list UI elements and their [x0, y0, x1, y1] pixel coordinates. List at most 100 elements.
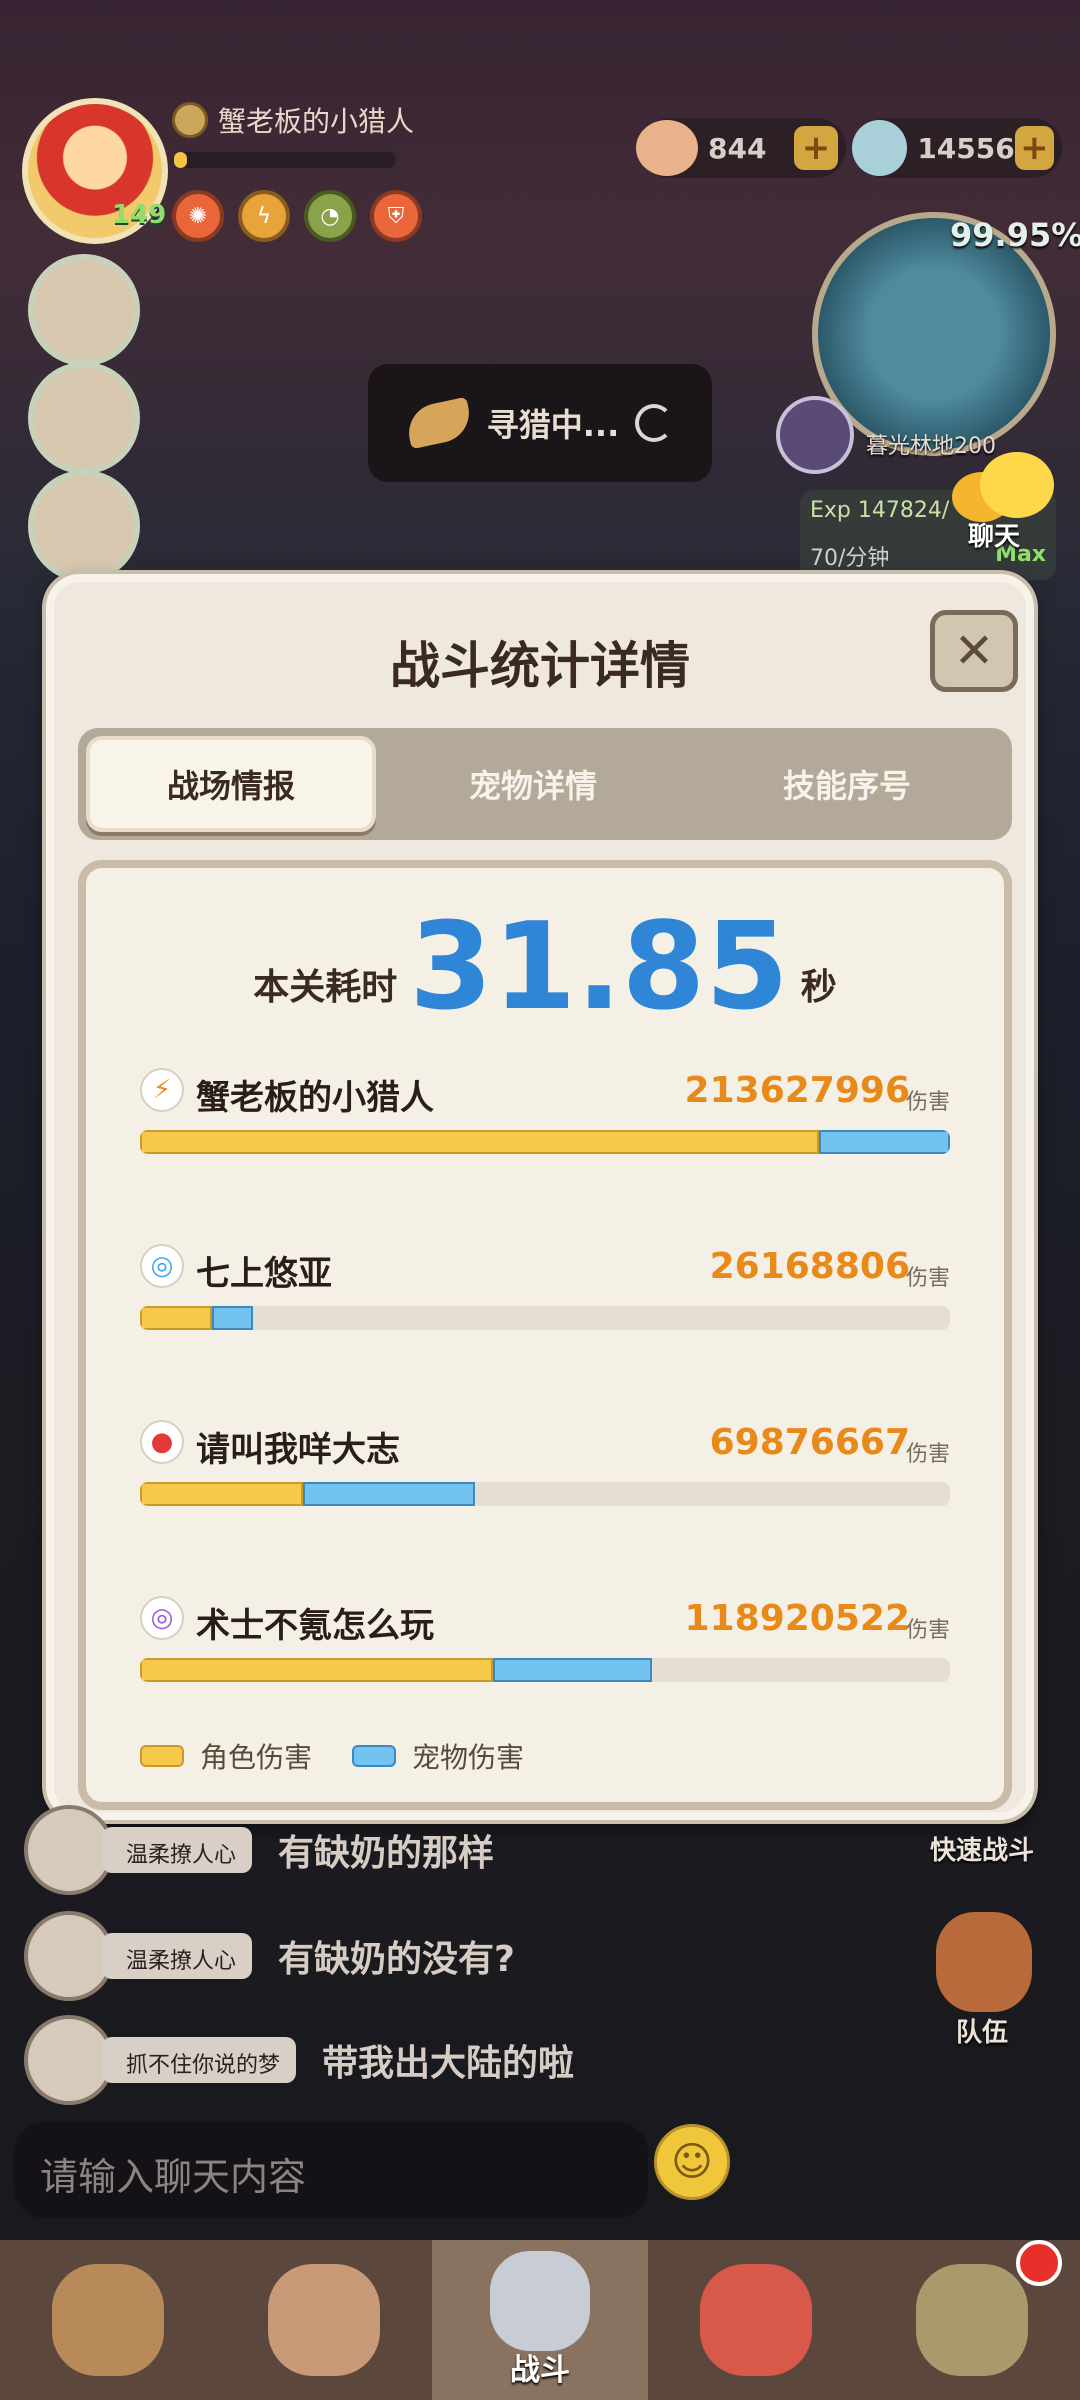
chat-emoji-icon: [980, 452, 1054, 518]
player-damage-row: ⚡ 蟹老板的小猎人 213627996 伤害: [140, 1068, 950, 1178]
stone-currency: 14556 +: [852, 118, 1062, 178]
shield-buff-icon[interactable]: ⛨: [370, 190, 422, 242]
pet-damage-bar-segment: [212, 1306, 254, 1330]
add-shell-button[interactable]: +: [794, 126, 838, 170]
stage-time-unit: 秒: [800, 967, 837, 1008]
map-completion-percent: 99.95%: [950, 216, 1080, 254]
damage-bar: [140, 1130, 950, 1154]
nav-hero[interactable]: [216, 2240, 432, 2400]
chat-message-text: 带我出大陆的啦: [322, 2043, 575, 2084]
chat-message-text: 有缺奶的那样: [278, 1833, 495, 1874]
hunting-status-label: 寻猎中...: [486, 406, 620, 444]
damage-unit-label: 伤害: [905, 1442, 950, 1467]
water-swirl-icon: ◎: [140, 1244, 184, 1288]
chat-sender-name[interactable]: 抓不住你说的梦: [102, 2037, 297, 2083]
yak-character-icon: [52, 2264, 164, 2376]
shell-currency: 844 +: [636, 118, 846, 178]
stage-time-label: 本关耗时: [253, 967, 398, 1008]
exp-value: Exp 147824/: [810, 498, 950, 523]
red-orb-icon: ●: [140, 1420, 184, 1464]
close-button[interactable]: ✕: [930, 610, 1018, 692]
pet-damage-bar-segment: [493, 1658, 652, 1682]
dialog-title: 战斗统计详情: [390, 637, 690, 695]
player-name: 蟹老板的小猎人: [218, 105, 415, 138]
chat-sender-name[interactable]: 温柔撩人心: [102, 1827, 253, 1873]
player-damage-row: ● 请叫我咩大志 69876667 伤害: [140, 1420, 950, 1530]
dialog-tabs: 战场情报 宠物详情 技能序号: [78, 728, 1012, 840]
team-member-avatar-1[interactable]: [28, 254, 140, 366]
hunting-status: 寻猎中...: [368, 364, 712, 482]
stage-time-value: 31.85: [409, 898, 789, 1037]
damage-unit-label: 伤害: [905, 1618, 950, 1643]
damage-bar: [140, 1658, 950, 1682]
crossed-swords-icon: [490, 2251, 590, 2351]
player-damage-value: 213627996: [684, 1070, 910, 1111]
tab-battlefield-intel[interactable]: 战场情报: [86, 736, 376, 832]
chat-avatar[interactable]: [24, 1911, 114, 2001]
character-damage-bar-segment: [140, 1306, 213, 1330]
damage-unit-label: 伤害: [905, 1090, 950, 1115]
pet-damage-bar-segment: [302, 1482, 475, 1506]
totem-icon: [916, 2264, 1028, 2376]
fire-buff-icon[interactable]: ✺: [172, 190, 224, 242]
player-name: 术士不氪怎么玩: [196, 1606, 434, 1646]
hero-character-icon: [268, 2264, 380, 2376]
chat-button[interactable]: 聊天: [952, 452, 1062, 552]
damage-bar: [140, 1482, 950, 1506]
stone-currency-value: 14556: [917, 131, 1015, 165]
exp-rate: 70/分钟: [810, 546, 890, 571]
emoji-button[interactable]: ☺: [654, 2124, 730, 2200]
chat-sender-name[interactable]: 温柔撩人心: [102, 1933, 253, 1979]
player-name: 七上悠亚: [196, 1254, 332, 1294]
pet-damage-swatch: [352, 1745, 397, 1767]
bottom-nav: 战斗: [0, 2240, 1080, 2400]
chat-button-label: 聊天: [968, 522, 1021, 552]
quick-battle-button[interactable]: 快速战斗: [930, 1830, 1034, 1867]
player-exp-bar-fill: [174, 152, 188, 168]
player-exp-bar: [172, 150, 398, 170]
tab-pet-details[interactable]: 宠物详情: [376, 736, 690, 832]
stats-panel: 本关耗时 31.85 秒 ⚡ 蟹老板的小猎人 213627996 伤害 ◎ 七上悠亚 261…: [78, 860, 1012, 1810]
player-level: 149: [112, 200, 167, 230]
buff-icons: ✺ ϟ ◔ ⛨: [172, 190, 422, 242]
chat-avatar[interactable]: [24, 2015, 114, 2105]
team-button-label[interactable]: 队伍: [956, 2012, 1008, 2049]
fire-claw-icon: ⚡: [140, 1068, 184, 1112]
player-damage-value: 69876667: [709, 1422, 910, 1463]
chat-avatar[interactable]: [24, 1805, 114, 1895]
boss-portrait-icon[interactable]: [776, 396, 854, 474]
team-icon[interactable]: [936, 1912, 1032, 2012]
team-member-avatar-3[interactable]: [28, 470, 140, 582]
chat-input[interactable]: 请输入聊天内容: [14, 2122, 648, 2218]
loading-spinner-icon: [635, 404, 674, 442]
lightning-buff-icon[interactable]: ϟ: [238, 190, 290, 242]
nav-character[interactable]: [0, 2240, 216, 2400]
close-icon: ✕: [953, 623, 995, 679]
team-member-avatar-2[interactable]: [28, 362, 140, 474]
shell-icon: [636, 120, 698, 176]
player-name: 请叫我咩大志: [196, 1430, 400, 1470]
chat-message: 温柔撩人心 有缺奶的那样: [24, 1804, 494, 1896]
chat-message-text: 有缺奶的没有?: [278, 1939, 515, 1980]
damage-unit-label: 伤害: [905, 1266, 950, 1291]
title-badge-icon: [172, 102, 208, 138]
chat-message: 温柔撩人心 有缺奶的没有?: [24, 1910, 515, 2002]
player-name: 蟹老板的小猎人: [196, 1078, 434, 1118]
player-damage-row: ◎ 术士不氪怎么玩 118920522 伤害: [140, 1596, 950, 1706]
timer-buff-icon[interactable]: ◔: [304, 190, 356, 242]
character-damage-bar-segment: [140, 1658, 494, 1682]
add-stone-button[interactable]: +: [1014, 126, 1054, 170]
tab-skill-order[interactable]: 技能序号: [690, 736, 1004, 832]
horn-icon: [403, 396, 475, 450]
damage-bar: [140, 1306, 950, 1330]
nav-pet[interactable]: [648, 2240, 864, 2400]
pet-damage-legend-label: 宠物伤害: [412, 1741, 525, 1774]
stage-time-row: 本关耗时 31.85 秒: [86, 908, 1004, 1028]
nav-battle[interactable]: 战斗: [432, 2240, 648, 2400]
damage-legend: 角色伤害 宠物伤害: [140, 1736, 524, 1776]
nav-battle-label: 战斗: [510, 2353, 570, 2388]
character-damage-bar-segment: [140, 1482, 303, 1506]
player-name-row: 蟹老板的小猎人: [172, 100, 414, 140]
player-damage-value: 118920522: [684, 1598, 910, 1639]
purple-swirl-icon: ◎: [140, 1596, 184, 1640]
